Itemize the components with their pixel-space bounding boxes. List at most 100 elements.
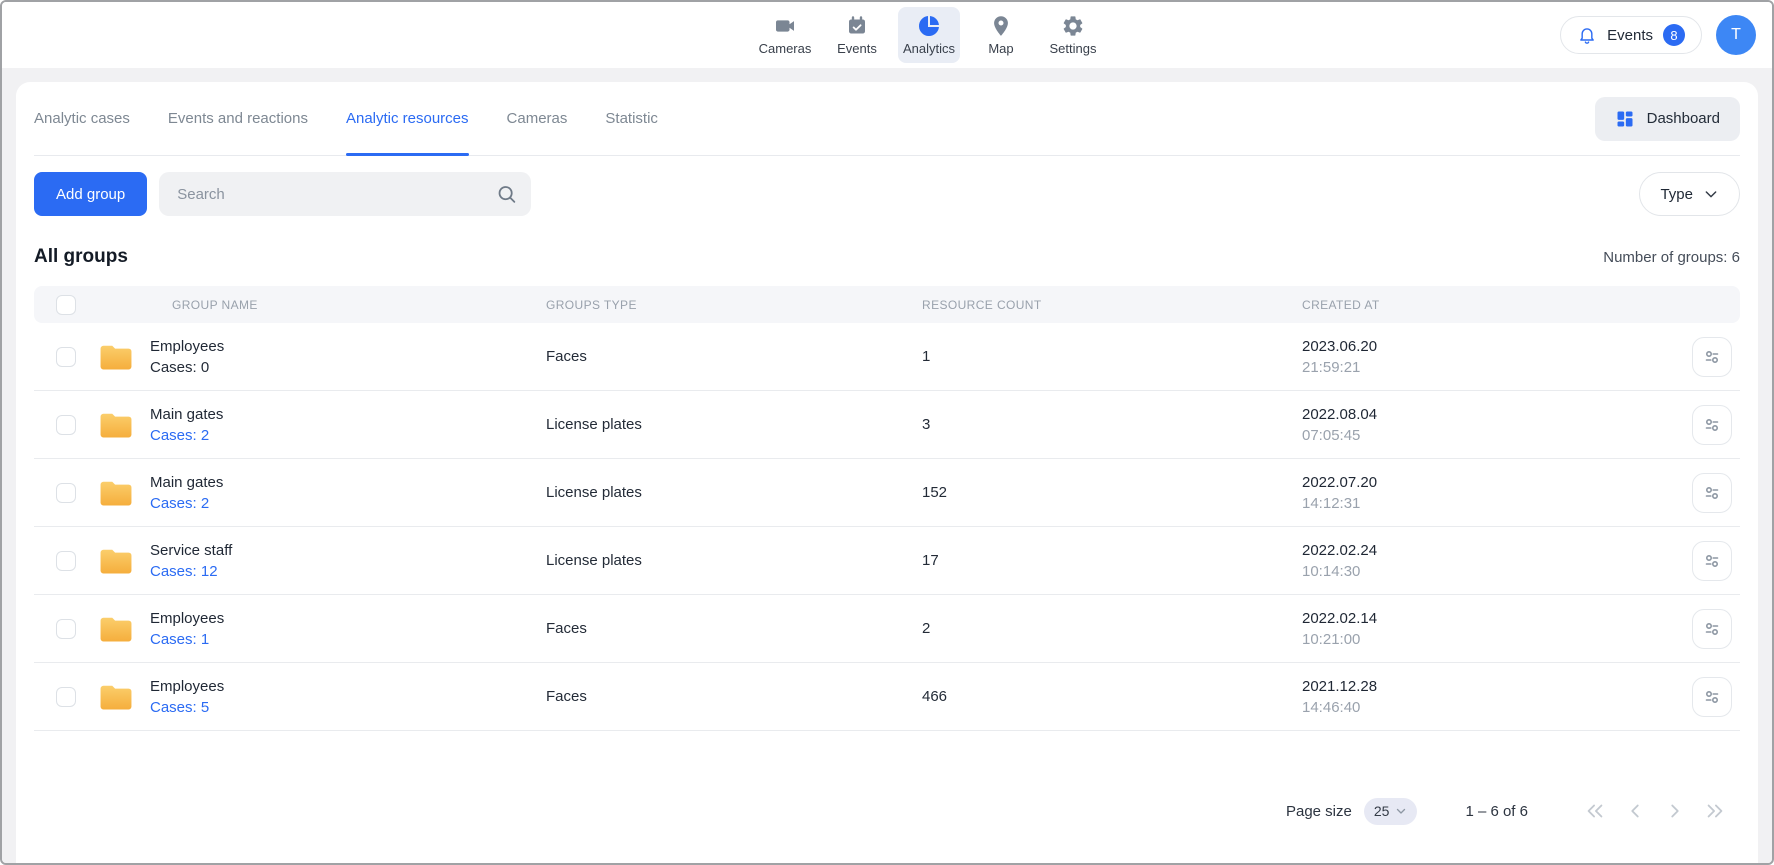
double-chevron-right-icon — [1704, 800, 1726, 822]
row-settings-button[interactable] — [1692, 677, 1732, 717]
user-avatar[interactable]: T — [1716, 15, 1756, 55]
sliders-icon — [1702, 483, 1722, 503]
table-row[interactable]: Employees Cases: 0 Faces 1 2023.06.20 21… — [34, 323, 1740, 391]
created-date: 2022.07.20 — [1302, 472, 1684, 493]
created-time: 10:14:30 — [1302, 561, 1684, 582]
nav-item-events[interactable]: Events — [826, 7, 888, 63]
tabs: Analytic cases Events and reactions Anal… — [34, 82, 658, 155]
row-settings-button[interactable] — [1692, 609, 1732, 649]
search-icon[interactable] — [496, 184, 517, 205]
nav-item-cameras[interactable]: Cameras — [754, 7, 816, 63]
created-date: 2021.12.28 — [1302, 676, 1684, 697]
tab-analytic-resources[interactable]: Analytic resources — [346, 82, 469, 155]
dashboard-grid-icon — [1615, 109, 1635, 129]
groups-table: GROUP NAME GROUPS TYPE RESOURCE COUNT CR… — [34, 286, 1740, 731]
previous-page-button[interactable] — [1624, 800, 1646, 822]
last-page-button[interactable] — [1704, 800, 1726, 822]
groups-count-label: Number of groups: 6 — [1603, 249, 1740, 266]
dashboard-button-label: Dashboard — [1647, 110, 1720, 127]
group-name: Main gates — [150, 472, 223, 493]
first-page-button[interactable] — [1584, 800, 1606, 822]
table-row[interactable]: Employees Cases: 5 Faces 466 2021.12.28 … — [34, 663, 1740, 731]
tab-statistic[interactable]: Statistic — [605, 82, 658, 155]
toolbar: Add group Type — [34, 172, 1740, 216]
resource-count: 152 — [922, 484, 1302, 501]
nav-label: Settings — [1050, 41, 1097, 56]
resource-count: 466 — [922, 688, 1302, 705]
nav-item-analytics[interactable]: Analytics — [898, 7, 960, 63]
row-checkbox[interactable] — [56, 551, 76, 571]
resource-count: 17 — [922, 552, 1302, 569]
folder-icon — [98, 682, 134, 712]
select-all-checkbox[interactable] — [56, 295, 76, 315]
page-size-dropdown[interactable]: 25 — [1364, 798, 1418, 825]
type-filter-dropdown[interactable]: Type — [1639, 172, 1740, 216]
nav-label: Analytics — [903, 41, 955, 56]
gear-icon — [1061, 14, 1085, 38]
pagination-bar: Page size 25 1 – 6 of 6 — [34, 791, 1740, 831]
search-input[interactable] — [159, 172, 531, 216]
created-time: 10:21:00 — [1302, 629, 1684, 650]
app-window: Cameras Events Analytics Map — [0, 0, 1774, 865]
resource-count: 3 — [922, 416, 1302, 433]
group-cases-link[interactable]: Cases: 5 — [150, 697, 224, 718]
table-row[interactable]: Main gates Cases: 2 License plates 152 2… — [34, 459, 1740, 527]
row-settings-button[interactable] — [1692, 405, 1732, 445]
table-row[interactable]: Main gates Cases: 2 License plates 3 202… — [34, 391, 1740, 459]
section-head: All groups Number of groups: 6 — [34, 246, 1740, 268]
calendar-check-icon — [845, 14, 869, 38]
nav-label: Events — [837, 41, 877, 56]
folder-icon — [98, 546, 134, 576]
group-cases-link[interactable]: Cases: 2 — [150, 425, 223, 446]
row-settings-button[interactable] — [1692, 473, 1732, 513]
created-time: 07:05:45 — [1302, 425, 1684, 446]
nav-item-map[interactable]: Map — [970, 7, 1032, 63]
main-nav: Cameras Events Analytics Map — [754, 2, 1104, 68]
nav-item-settings[interactable]: Settings — [1042, 7, 1104, 63]
chevron-down-icon — [1395, 805, 1407, 817]
group-cases-link[interactable]: Cases: 1 — [150, 629, 224, 650]
group-cases-link[interactable]: Cases: 2 — [150, 493, 223, 514]
top-bar: Cameras Events Analytics Map — [2, 2, 1772, 68]
tab-cameras[interactable]: Cameras — [507, 82, 568, 155]
add-group-button[interactable]: Add group — [34, 172, 147, 216]
events-button-label: Events — [1607, 27, 1653, 44]
group-type: Faces — [546, 688, 922, 705]
created-date: 2023.06.20 — [1302, 336, 1684, 357]
table-row[interactable]: Employees Cases: 1 Faces 2 2022.02.14 10… — [34, 595, 1740, 663]
row-checkbox[interactable] — [56, 619, 76, 639]
folder-icon — [98, 478, 134, 508]
dashboard-button[interactable]: Dashboard — [1595, 97, 1740, 141]
sliders-icon — [1702, 687, 1722, 707]
row-settings-button[interactable] — [1692, 541, 1732, 581]
nav-label: Map — [988, 41, 1013, 56]
row-checkbox[interactable] — [56, 483, 76, 503]
row-checkbox[interactable] — [56, 415, 76, 435]
created-time: 14:46:40 — [1302, 697, 1684, 718]
resource-count: 1 — [922, 348, 1302, 365]
table-row[interactable]: Service staff Cases: 12 License plates 1… — [34, 527, 1740, 595]
column-header-created-at: CREATED AT — [1302, 298, 1684, 312]
created-time: 21:59:21 — [1302, 357, 1684, 378]
tab-events-and-reactions[interactable]: Events and reactions — [168, 82, 308, 155]
page-size-label: Page size — [1286, 803, 1352, 820]
events-notifications-button[interactable]: Events 8 — [1560, 16, 1702, 54]
folder-icon — [98, 342, 134, 372]
nav-label: Cameras — [759, 41, 812, 56]
group-cases-link[interactable]: Cases: 12 — [150, 561, 232, 582]
folder-icon — [98, 614, 134, 644]
row-checkbox[interactable] — [56, 687, 76, 707]
tab-analytic-cases[interactable]: Analytic cases — [34, 82, 130, 155]
content-card: Analytic cases Events and reactions Anal… — [16, 82, 1758, 863]
events-count-badge: 8 — [1663, 24, 1685, 46]
row-checkbox[interactable] — [56, 347, 76, 367]
double-chevron-left-icon — [1584, 800, 1606, 822]
group-type: Faces — [546, 620, 922, 637]
video-camera-icon — [773, 14, 797, 38]
chevron-down-icon — [1703, 186, 1719, 202]
group-type: Faces — [546, 348, 922, 365]
row-settings-button[interactable] — [1692, 337, 1732, 377]
next-page-button[interactable] — [1664, 800, 1686, 822]
group-name: Employees — [150, 676, 224, 697]
map-pin-icon — [989, 14, 1013, 38]
